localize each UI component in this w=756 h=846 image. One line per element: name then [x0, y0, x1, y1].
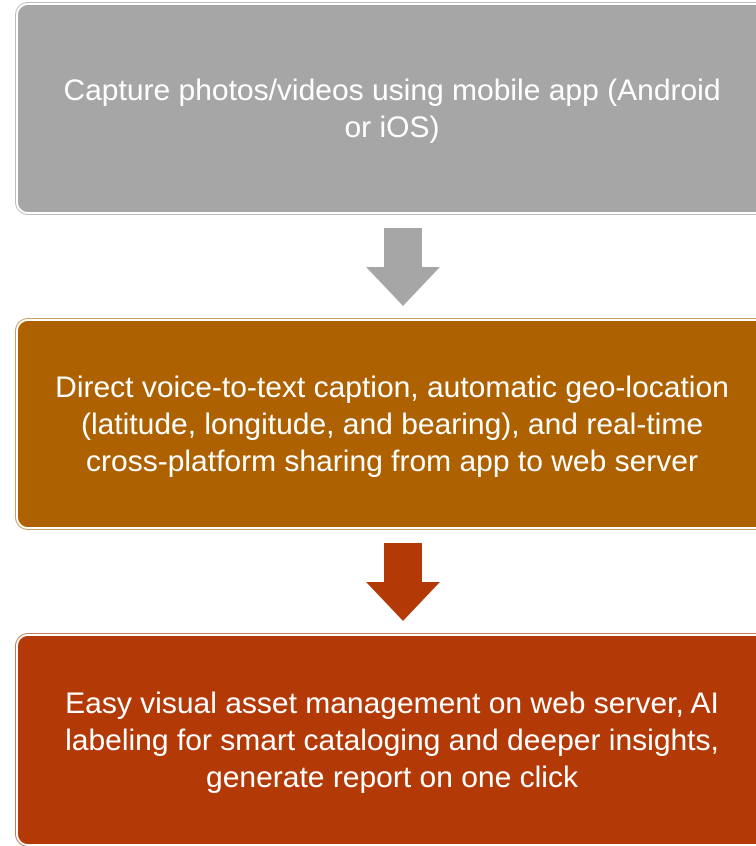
- arrow-down-icon: [366, 228, 440, 306]
- step-3-text: Easy visual asset management on web serv…: [65, 686, 719, 794]
- step-1-box: Capture photos/videos using mobile app (…: [16, 3, 756, 214]
- step-1-text: Capture photos/videos using mobile app (…: [63, 73, 721, 144]
- step-3-box: Easy visual asset management on web serv…: [16, 634, 756, 846]
- arrow-1-shape: [366, 228, 440, 306]
- arrow-2-shape: [366, 543, 440, 621]
- arrow-down-icon: [366, 543, 440, 621]
- step-2-box: Direct voice-to-text caption, automatic …: [16, 319, 756, 529]
- step-2-text: Direct voice-to-text caption, automatic …: [55, 370, 729, 478]
